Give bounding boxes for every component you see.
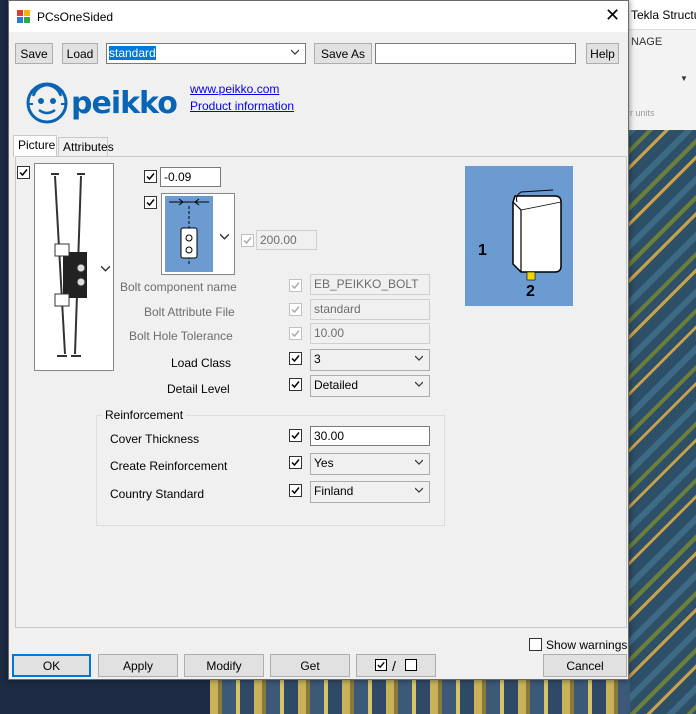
checkmark-icon xyxy=(291,459,300,467)
chevron-down-icon[interactable] xyxy=(101,264,110,273)
dialog-titlebar[interactable]: PCsOneSided ✕ xyxy=(9,1,628,32)
country-standard-label: Country Standard xyxy=(110,487,205,501)
bolt-component-name-input[interactable]: EB_PEIKKO_BOLT xyxy=(310,274,430,295)
checkmark-icon xyxy=(291,432,300,440)
background-dropdown-arrow-icon[interactable]: ▼ xyxy=(680,74,688,83)
dialog-title: PCsOneSided xyxy=(37,10,114,24)
chevron-down-icon xyxy=(415,381,423,387)
detail-level-select[interactable]: Detailed xyxy=(310,375,430,397)
detail-level-label: Detail Level xyxy=(167,382,230,396)
background-app-title: Tekla Structu xyxy=(631,8,696,22)
cancel-button[interactable]: Cancel xyxy=(543,654,627,677)
checkmark-icon xyxy=(243,237,252,245)
help-button[interactable]: Help xyxy=(586,43,619,64)
preset-combo[interactable]: standard xyxy=(106,43,306,64)
connector-3d-icon xyxy=(512,189,562,281)
detail-level-value: Detailed xyxy=(314,378,359,392)
background-model-view-bottom[interactable] xyxy=(210,680,630,714)
save-as-button[interactable]: Save As xyxy=(314,43,372,64)
country-standard-select[interactable]: Finland xyxy=(310,481,430,503)
toggle-all-button[interactable]: / xyxy=(356,654,436,677)
logo-wordmark: peikko xyxy=(71,86,178,121)
create-reinforcement-select[interactable]: Yes xyxy=(310,453,430,475)
show-warnings-checkbox[interactable] xyxy=(529,638,542,651)
orientation-picture[interactable] xyxy=(161,193,235,275)
apply-button[interactable]: Apply xyxy=(98,654,178,677)
background-ribbon: NAGE ▼ r units xyxy=(628,30,696,130)
orientation-checkbox[interactable] xyxy=(144,196,157,209)
website-link[interactable]: www.peikko.com xyxy=(190,82,279,96)
orientation-diagram-icon xyxy=(165,196,213,272)
reinforcement-group-title: Reinforcement xyxy=(102,408,187,422)
cover-thickness-label: Cover Thickness xyxy=(110,432,200,446)
bolt-attribute-file-checkbox[interactable] xyxy=(289,303,302,316)
background-ribbon-text: r units xyxy=(630,108,655,118)
app-icon xyxy=(17,10,31,24)
chevron-down-icon xyxy=(291,49,299,55)
product-info-link[interactable]: Product information xyxy=(190,99,294,113)
bolt-hole-tolerance-input[interactable]: 10.00 xyxy=(310,323,430,344)
spacing-input[interactable]: 200.00 xyxy=(256,230,317,250)
pcs-one-sided-dialog: PCsOneSided ✕ Save Load standard Save As… xyxy=(8,0,629,680)
country-standard-checkbox[interactable] xyxy=(289,484,302,497)
detail-level-checkbox[interactable] xyxy=(289,378,302,391)
cover-thickness-input[interactable]: 30.00 xyxy=(310,426,430,446)
bolt-attribute-file-input[interactable]: standard xyxy=(310,299,430,320)
checkmark-icon xyxy=(19,169,28,177)
diagram-label-2: 2 xyxy=(526,283,535,300)
background-ribbon-tab[interactable]: NAGE xyxy=(631,36,662,48)
peikko-logo: peikko xyxy=(23,78,193,128)
load-button[interactable]: Load xyxy=(62,43,98,64)
chevron-down-icon[interactable] xyxy=(220,232,229,241)
chevron-down-icon xyxy=(415,459,423,465)
tab-picture[interactable]: Picture xyxy=(13,135,57,157)
cover-thickness-checkbox[interactable] xyxy=(289,429,302,442)
unchecked-box-icon xyxy=(405,659,417,671)
component-picture[interactable] xyxy=(34,163,114,371)
bolt-component-name-label: Bolt component name xyxy=(120,280,237,294)
checkmark-icon xyxy=(146,199,155,207)
checkmark-icon xyxy=(291,330,300,338)
checkmark-icon xyxy=(291,282,300,290)
bolt-attribute-file-label: Bolt Attribute File xyxy=(144,305,235,319)
save-as-input[interactable] xyxy=(375,43,576,64)
create-reinforcement-label: Create Reinforcement xyxy=(110,459,228,473)
create-reinforcement-value: Yes xyxy=(314,456,334,470)
preset-value: standard xyxy=(109,46,156,60)
load-class-checkbox[interactable] xyxy=(289,352,302,365)
get-button[interactable]: Get xyxy=(270,654,350,677)
checkmark-icon xyxy=(291,306,300,314)
show-warnings-label: Show warnings xyxy=(546,638,628,652)
checkmark-icon xyxy=(291,381,300,389)
offset-checkbox[interactable] xyxy=(144,170,157,183)
connection-diagram: 1 2 xyxy=(465,166,573,306)
chevron-down-icon xyxy=(415,355,423,361)
bolt-hole-tolerance-label: Bolt Hole Tolerance xyxy=(129,329,233,343)
load-class-value: 3 xyxy=(314,352,321,366)
toggle-separator: / xyxy=(392,658,396,674)
checked-box-icon xyxy=(375,659,387,671)
checkmark-icon xyxy=(291,487,300,495)
modify-button[interactable]: Modify xyxy=(184,654,264,677)
spacing-checkbox[interactable] xyxy=(241,234,254,247)
background-app-window: Tekla Structu NAGE ▼ r units xyxy=(628,0,696,714)
close-icon[interactable]: ✕ xyxy=(605,6,620,24)
background-titlebar: Tekla Structu xyxy=(628,0,696,30)
save-button[interactable]: Save xyxy=(15,43,53,64)
diagram-label-1: 1 xyxy=(478,242,487,259)
bolt-hole-tolerance-checkbox[interactable] xyxy=(289,327,302,340)
create-reinforcement-checkbox[interactable] xyxy=(289,456,302,469)
load-class-select[interactable]: 3 xyxy=(310,349,430,371)
bolt-component-name-checkbox[interactable] xyxy=(289,279,302,292)
tab-attributes[interactable]: Attributes xyxy=(58,137,114,156)
background-model-view[interactable] xyxy=(628,130,696,714)
offset-input[interactable]: -0.09 xyxy=(160,167,221,187)
picture-checkbox[interactable] xyxy=(17,166,30,179)
ok-button[interactable]: OK xyxy=(12,654,91,677)
checkmark-icon xyxy=(146,173,155,181)
load-class-label: Load Class xyxy=(171,356,232,370)
country-standard-value: Finland xyxy=(314,484,354,498)
checkmark-icon xyxy=(291,355,300,363)
chevron-down-icon xyxy=(415,487,423,493)
